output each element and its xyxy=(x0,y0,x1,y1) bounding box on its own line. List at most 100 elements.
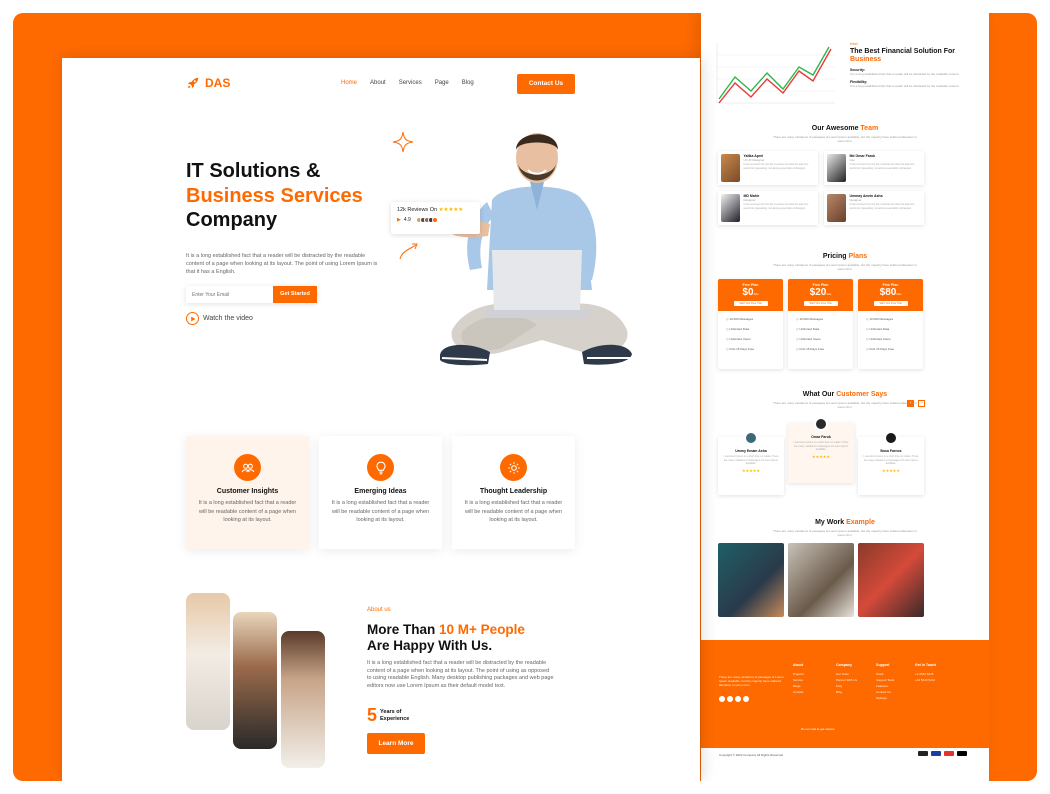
plan-feature: Unlimited Data xyxy=(726,327,783,337)
security-text: It is a long established fact that a rea… xyxy=(850,72,960,76)
plan-price: $0/Mo xyxy=(742,287,759,298)
get-started-button[interactable]: Get Started xyxy=(273,286,317,303)
footer-tagline: Do not wait to get started xyxy=(801,727,835,731)
youtube-icon[interactable] xyxy=(743,696,749,702)
testimonial-card: Bosa Farnos I use lorem ipsum in a short… xyxy=(858,431,924,495)
plan-feature: First 15 Days Free xyxy=(726,347,783,357)
about-photo xyxy=(233,612,277,749)
learn-more-button[interactable]: Learn More xyxy=(367,733,425,754)
experience-years: 5 xyxy=(367,705,378,725)
plan-feature: First 15 Days Free xyxy=(866,347,923,357)
work-subtitle: There are many variations of passages of… xyxy=(773,529,917,537)
feature-title: Emerging Ideas xyxy=(354,488,407,495)
main-menu: Home About Services Page Blog xyxy=(341,80,487,86)
experience-badge: 5 Years of Experience xyxy=(367,705,409,726)
team-section: Our Awesome Team There are many variatio… xyxy=(701,125,989,225)
rating-value: 4.9 xyxy=(403,217,411,223)
footer-heading: Company xyxy=(836,663,852,667)
plan-button[interactable]: Start Your Free Trial xyxy=(873,301,908,306)
curved-arrow-icon xyxy=(399,243,418,260)
email-form: Get Started xyxy=(186,286,317,303)
work-image[interactable] xyxy=(858,543,924,617)
work-image[interactable] xyxy=(718,543,784,617)
avatar xyxy=(884,431,898,445)
team-card[interactable]: MD Mahir Designer It has survived not only… xyxy=(718,191,818,225)
footer-link[interactable]: Settings xyxy=(876,695,894,701)
twitter-icon[interactable] xyxy=(727,696,733,702)
watch-video-link[interactable]: Watch the video xyxy=(186,312,253,325)
flexibility-text: It is a long established fact that a rea… xyxy=(850,84,960,88)
people-icon xyxy=(234,454,261,481)
feature-card: Customer Insights It is a long establish… xyxy=(186,436,309,549)
amazon-pay-icon xyxy=(918,751,928,756)
footer-link[interactable]: Contact xyxy=(793,689,804,695)
team-role: Designer xyxy=(743,198,756,202)
work-image[interactable] xyxy=(788,543,854,617)
facebook-icon[interactable] xyxy=(719,696,725,702)
play-small-icon: ▶ xyxy=(397,217,401,223)
team-role: Designer xyxy=(849,198,862,202)
financial-section: Intel The Best Financial Solution For Bu… xyxy=(713,41,983,109)
team-card[interactable]: Ummay Amrin Asha Designer It has survived … xyxy=(824,191,924,225)
team-card[interactable]: Yalika Aprel UI UX Designer It has survive… xyxy=(718,151,818,185)
pricing-section: Pricing Plans There are many variations … xyxy=(701,253,989,369)
email-input[interactable] xyxy=(186,286,273,303)
feature-card: Thought Leadership It is a long establis… xyxy=(452,436,575,549)
financial-tag: Intel xyxy=(850,41,858,46)
instagram-icon[interactable] xyxy=(735,696,741,702)
team-photo xyxy=(827,194,846,222)
feature-title: Customer Insights xyxy=(216,488,279,495)
plan-feature: Unlimited Data xyxy=(866,327,923,337)
team-desc: It has survived not only five centuries … xyxy=(743,203,809,210)
plan-feature: First 15 Days Free xyxy=(796,347,853,357)
features-row: Customer Insights It is a long establish… xyxy=(186,436,575,549)
experience-label: Years of Experience xyxy=(380,708,410,722)
plan-price: $80/Mo xyxy=(879,287,902,298)
footer-link[interactable]: Blog xyxy=(836,689,857,695)
top-navigation: DAS Home About Services Page Blog Contac… xyxy=(62,58,700,108)
visa-icon xyxy=(931,751,941,756)
logo[interactable]: DAS xyxy=(186,76,230,90)
nav-page[interactable]: Page xyxy=(435,80,449,86)
sparkle-icon xyxy=(392,131,414,153)
team-role: UI UX Designer xyxy=(743,158,765,162)
contact-us-button[interactable]: Contact Us xyxy=(517,74,575,94)
team-desc: It has survived not only five centuries … xyxy=(849,163,915,170)
logo-text: DAS xyxy=(205,76,231,90)
footer-phone: +44 5213 5212 xyxy=(915,678,936,682)
orange-background: Intel The Best Financial Solution For Bu… xyxy=(13,13,1037,781)
footer-text: There are many variations of passages of… xyxy=(719,675,784,687)
arrow-left-icon[interactable]: ‹ xyxy=(907,400,914,407)
team-desc: It has survived not only five centuries … xyxy=(849,203,915,210)
arrow-right-icon[interactable]: › xyxy=(918,400,926,407)
testimonials-section: What Our Customer Says There are many va… xyxy=(701,391,989,495)
secondary-page: Intel The Best Financial Solution For Bu… xyxy=(701,13,989,781)
hero-person-image xyxy=(440,133,632,366)
team-desc: It has survived not only five centuries … xyxy=(743,163,809,170)
plan-button[interactable]: Start Your Free Trial xyxy=(733,301,768,306)
footer-heading: About xyxy=(793,663,804,667)
feature-card: Emerging Ideas It is a long established … xyxy=(319,436,442,549)
team-title: Our Awesome Team xyxy=(811,125,879,132)
testimonial-card: Ummy Emam Asha I use lorem ipsum in a sh… xyxy=(718,431,784,495)
pricing-title: Pricing Plans xyxy=(822,253,868,260)
customer-text: I use lorem ipsum in a short time no mat… xyxy=(793,441,849,451)
pricing-plan-card: Free Plan$80/MoStart Your Free Trial 10,… xyxy=(858,279,923,369)
nav-home[interactable]: Home xyxy=(341,80,357,86)
nav-blog[interactable]: Blog xyxy=(462,80,474,86)
star-rating: ★★★★★ xyxy=(438,207,464,213)
plan-button[interactable]: Start Your Free Trial xyxy=(803,301,838,306)
plan-feature: Unlimited Users xyxy=(796,337,853,347)
team-photo xyxy=(721,154,740,182)
pricing-subtitle: There are many variations of passages of… xyxy=(773,263,917,271)
nav-services[interactable]: Services xyxy=(399,80,422,86)
feature-desc: It is a long established fact that a rea… xyxy=(331,500,430,523)
team-card[interactable]: Md Omar Faruk Ceo It has survived not only… xyxy=(824,151,924,185)
feature-title: Thought Leadership xyxy=(479,488,548,495)
avatar xyxy=(814,417,828,431)
about-photo xyxy=(281,631,325,768)
nav-about[interactable]: About xyxy=(370,80,386,86)
about-photo xyxy=(186,593,230,730)
star-rating: ★★★★★ xyxy=(882,467,900,473)
plan-feature: Unlimited Users xyxy=(866,337,923,347)
